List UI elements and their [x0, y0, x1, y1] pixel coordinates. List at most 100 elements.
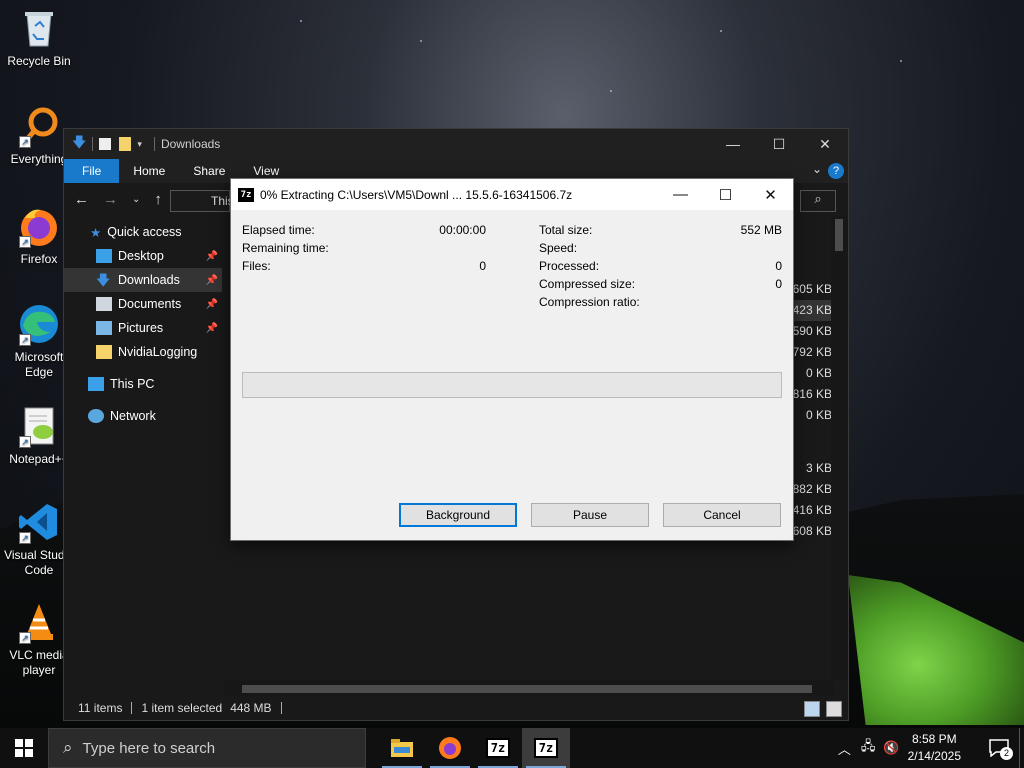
- file-explorer-icon: [391, 739, 413, 757]
- large-icons-view-icon[interactable]: [826, 701, 842, 717]
- forward-arrow-icon[interactable]: →: [103, 191, 118, 208]
- close-button[interactable]: ✕: [748, 179, 793, 210]
- details-view-icon[interactable]: [804, 701, 820, 717]
- status-bar: 11 items 1 item selected 448 MB: [64, 696, 848, 720]
- minimize-button[interactable]: —: [710, 129, 756, 159]
- divider: [131, 702, 133, 714]
- pin-icon[interactable]: 📌: [206, 251, 218, 262]
- taskbar-file-explorer[interactable]: [378, 728, 426, 768]
- desktop-icon-label: Everything: [10, 152, 68, 166]
- desktop-icon-label: Recycle Bin: [7, 54, 71, 68]
- show-desktop-button[interactable]: [1019, 728, 1024, 768]
- up-arrow-icon[interactable]: ↑: [154, 191, 162, 208]
- taskbar-7zip-extracting[interactable]: 7z: [522, 728, 570, 768]
- properties-icon[interactable]: [99, 138, 112, 150]
- search-placeholder: Type here to search: [82, 739, 216, 757]
- nav-item-desktop[interactable]: Desktop 📌: [64, 244, 222, 268]
- compression-ratio-label: Compression ratio:: [539, 295, 640, 309]
- maximize-button[interactable]: ☐: [756, 129, 802, 159]
- cancel-button[interactable]: Cancel: [663, 503, 781, 527]
- desktop-folder-icon: [96, 249, 112, 263]
- nav-item-label: Quick access: [107, 225, 182, 239]
- horizontal-scrollbar[interactable]: [224, 681, 834, 697]
- explorer-title-bar[interactable]: 🡇 ▾ Downloads — ☐ ✕: [64, 129, 848, 159]
- selection-size: 448 MB: [230, 701, 272, 715]
- notepad-plus-plus-icon: ↗: [17, 404, 61, 448]
- navigation-pane: ★ Quick access Desktop 📌 🡇 Downloads 📌 D…: [64, 215, 222, 680]
- scrollbar-thumb[interactable]: [242, 685, 812, 693]
- desktop-icon-label: Microsoft Edge: [14, 350, 64, 379]
- help-icon[interactable]: ?: [828, 163, 844, 179]
- documents-folder-icon: [96, 297, 112, 311]
- this-pc-icon: [88, 377, 104, 391]
- search-icon: ⌕: [63, 738, 73, 757]
- 7zip-icon: 7z: [533, 738, 559, 758]
- pictures-folder-icon: [96, 321, 112, 335]
- recent-locations-icon[interactable]: ⌄: [132, 194, 140, 205]
- show-hidden-icons-icon[interactable]: ︿: [838, 739, 851, 758]
- tab-home[interactable]: Home: [119, 159, 179, 183]
- taskbar-7zip[interactable]: 7z: [474, 728, 522, 768]
- start-button[interactable]: [0, 728, 48, 768]
- nav-item-label: Documents: [118, 297, 182, 311]
- vscode-icon: ↗: [17, 500, 61, 544]
- system-tray: ︿ 🖧 🔇 8:58 PM 2/14/2025 2: [838, 728, 1024, 768]
- 7zip-extract-dialog[interactable]: 7z 0% Extracting C:\Users\VM5\Downl ... …: [230, 178, 794, 541]
- address-bar[interactable]: This: [170, 190, 234, 212]
- selection-count: 1 item selected: [141, 701, 223, 715]
- vlc-icon: ↗: [17, 600, 61, 644]
- network-icon[interactable]: 🖧: [861, 737, 876, 759]
- processed-value: 0: [775, 259, 782, 273]
- desktop-icon-label: Firefox: [20, 252, 58, 266]
- dialog-title: 0% Extracting C:\Users\VM5\Downl ... 15.…: [260, 187, 573, 202]
- wallpaper-star: [420, 40, 422, 42]
- taskbar-firefox[interactable]: [426, 728, 474, 768]
- nav-item-downloads[interactable]: 🡇 Downloads 📌: [64, 268, 222, 292]
- recycle-bin-icon: [17, 6, 61, 50]
- vertical-scrollbar[interactable]: [831, 215, 848, 680]
- pin-icon[interactable]: 📌: [206, 299, 218, 310]
- files-value: 0: [479, 259, 486, 273]
- window-title: Downloads: [160, 137, 221, 151]
- files-label: Files:: [242, 259, 271, 273]
- close-button[interactable]: ✕: [802, 129, 848, 159]
- nav-item-nvidialogging[interactable]: NvidiaLogging: [64, 340, 222, 364]
- pause-button[interactable]: Pause: [531, 503, 649, 527]
- scrollbar-thumb[interactable]: [835, 219, 843, 251]
- taskbar-search-box[interactable]: ⌕ Type here to search: [48, 728, 366, 768]
- divider: [280, 702, 282, 714]
- pin-icon[interactable]: 📌: [206, 323, 218, 334]
- divider: [153, 137, 155, 151]
- nav-item-label: Downloads: [118, 273, 180, 287]
- nav-item-documents[interactable]: Documents 📌: [64, 292, 222, 316]
- item-count: 11 items: [78, 701, 123, 715]
- nav-item-quick-access[interactable]: ★ Quick access: [64, 220, 222, 244]
- back-arrow-icon[interactable]: ←: [74, 191, 89, 208]
- nav-item-label: Desktop: [118, 249, 164, 263]
- dialog-title-bar[interactable]: 7z 0% Extracting C:\Users\VM5\Downl ... …: [231, 179, 793, 210]
- clock[interactable]: 8:58 PM 2/14/2025: [908, 731, 961, 765]
- 7zip-icon: 7z: [238, 187, 254, 202]
- quick-access-dropdown-icon[interactable]: ▾: [137, 139, 142, 150]
- nav-item-this-pc[interactable]: This PC: [64, 372, 222, 396]
- clock-date: 2/14/2025: [907, 749, 961, 763]
- star-icon: ★: [90, 225, 102, 240]
- maximize-button[interactable]: ☐: [703, 179, 748, 210]
- pin-icon[interactable]: 📌: [206, 275, 218, 286]
- downloads-folder-icon: 🡇: [96, 272, 111, 288]
- volume-muted-icon[interactable]: 🔇: [883, 740, 899, 756]
- folder-icon[interactable]: [119, 137, 132, 151]
- nav-item-pictures[interactable]: Pictures 📌: [64, 316, 222, 340]
- notifications-button[interactable]: 2: [979, 728, 1019, 768]
- clock-time: 8:58 PM: [911, 732, 957, 746]
- expand-ribbon-icon[interactable]: ⌄: [812, 162, 822, 176]
- divider: [92, 137, 94, 151]
- search-icon[interactable]: ⌕: [800, 190, 836, 212]
- firefox-icon: [439, 737, 461, 759]
- nav-item-network[interactable]: Network: [64, 404, 222, 428]
- desktop-icon-recycle-bin[interactable]: Recycle Bin: [4, 6, 74, 69]
- minimize-button[interactable]: —: [658, 179, 703, 210]
- total-size-value: 552 MB: [740, 223, 782, 237]
- background-button[interactable]: Background: [399, 503, 517, 527]
- tab-file[interactable]: File: [64, 159, 120, 183]
